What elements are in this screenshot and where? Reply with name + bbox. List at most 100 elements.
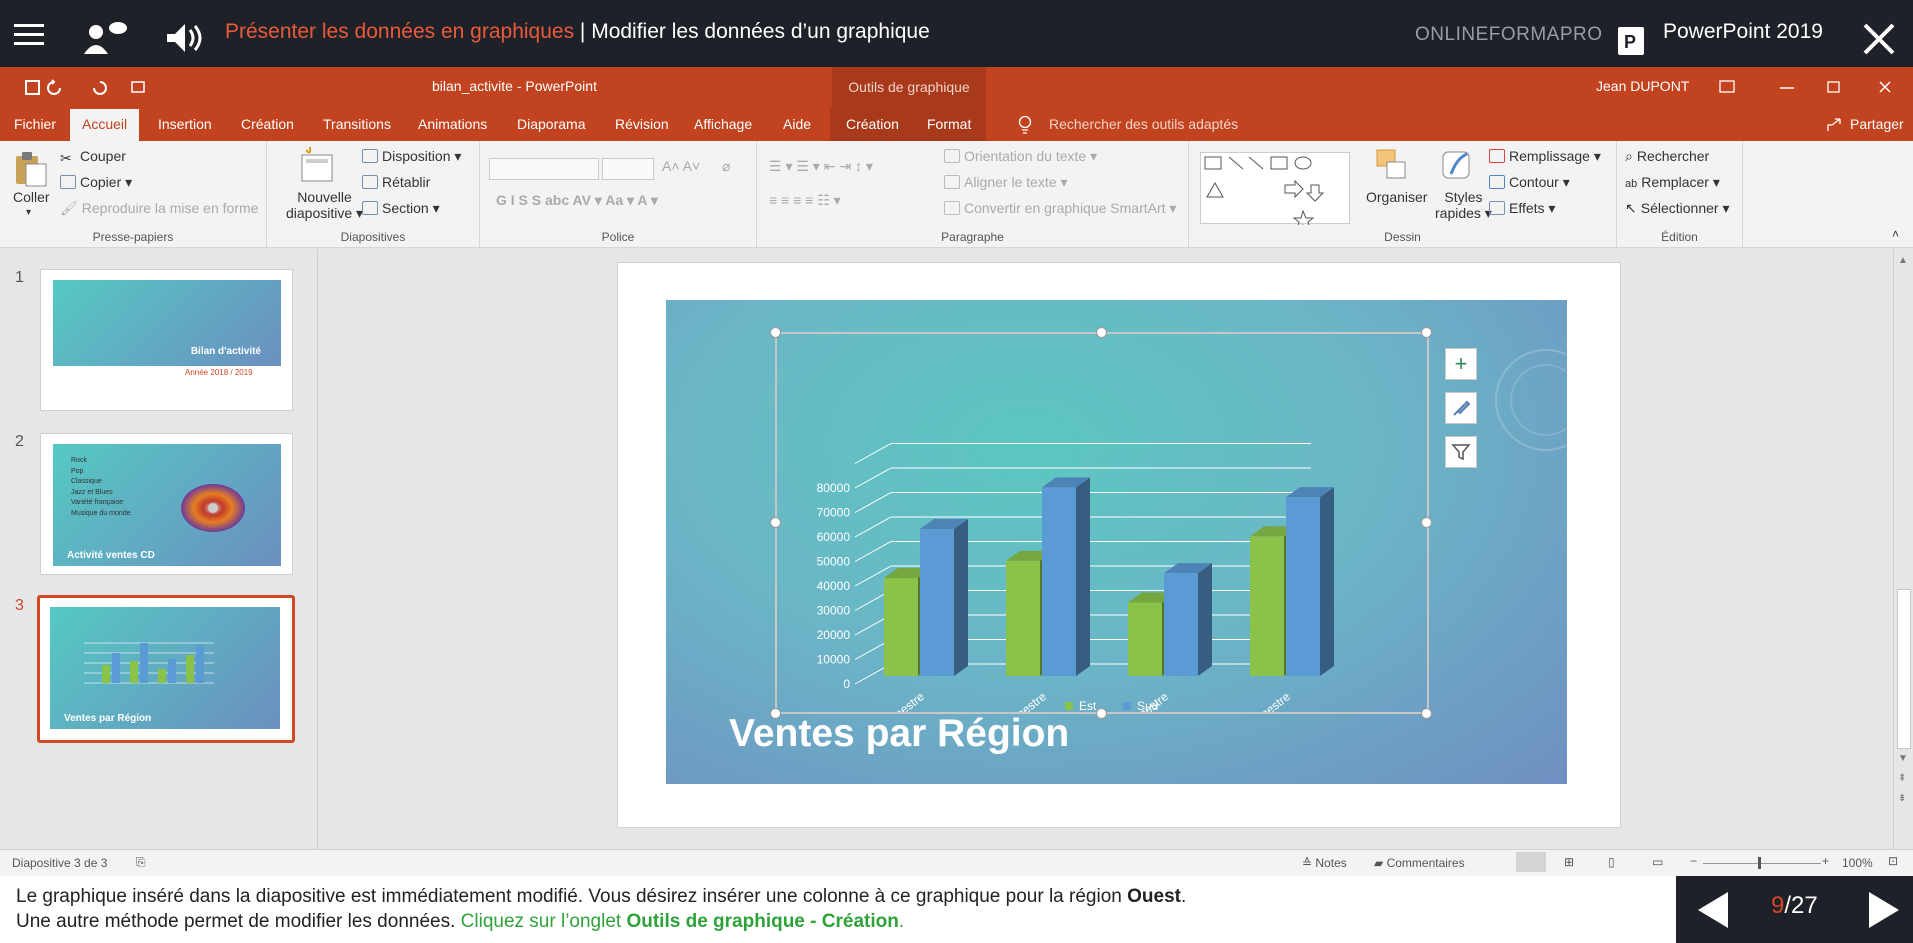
smartart-button[interactable]: Convertir en graphique SmartArt ▾ — [944, 200, 1176, 217]
slide-sorter-icon[interactable]: ⊞ — [1564, 855, 1574, 869]
text-direction-button[interactable]: Orientation du texte ▾ — [944, 148, 1097, 165]
slide-thumbnail-3[interactable]: Ventes par Région — [37, 595, 295, 743]
shape-outline-button[interactable]: Contour ▾ — [1489, 174, 1570, 191]
audio-icon[interactable] — [163, 20, 205, 56]
tutorial-instruction: Le graphique inséré dans la diapositive … — [0, 876, 1676, 943]
thumbnail-canvas: Rock Pop Classique Jazz et Blues Variété fra… — [53, 444, 281, 566]
spellcheck-icon[interactable]: ⎘ — [136, 855, 146, 870]
share-button[interactable]: Partager — [1846, 107, 1908, 141]
close-icon[interactable] — [1862, 22, 1896, 56]
clear-format-icon[interactable]: ⌀ — [722, 158, 730, 175]
search-tools[interactable]: Rechercher des outils adaptés — [1045, 107, 1242, 141]
reset-button[interactable]: Rétablir — [362, 174, 430, 190]
window-controls[interactable] — [1718, 79, 1898, 97]
paste-button[interactable]: Coller — [13, 189, 50, 205]
group-drawing: Organiser Styles rapides ▾ Remplissage ▾ … — [1189, 141, 1617, 248]
resize-handle[interactable] — [770, 327, 781, 338]
chart-styles-brush-icon[interactable] — [1445, 392, 1477, 424]
align-text-button[interactable]: Aligner le texte ▾ — [944, 174, 1068, 191]
font-size-input[interactable] — [602, 158, 654, 180]
fit-slide-icon[interactable]: ⊡ — [1888, 854, 1898, 868]
align-buttons[interactable]: ≡ ≡ ≡ ≡ ☷ ▾ — [769, 192, 841, 209]
list-buttons[interactable]: ☰ ▾ ☰ ▾ ⇤ ⇥ ↕ ▾ — [769, 158, 873, 175]
product-name: PowerPoint 2019 — [1663, 20, 1823, 43]
font-name-input[interactable] — [489, 158, 599, 180]
scroll-thumb[interactable] — [1897, 589, 1911, 749]
new-slide-button[interactable]: Nouvelle diapositive ▾ — [286, 189, 363, 222]
tab-chart-format[interactable]: Format — [923, 107, 975, 141]
quick-styles-icon[interactable] — [1441, 148, 1473, 186]
copy-button[interactable]: Copier ▾ — [60, 174, 132, 191]
tab-aide[interactable]: Aide — [779, 107, 815, 141]
scroll-up-icon[interactable]: ▲ — [1898, 255, 1908, 266]
next-step-icon[interactable] — [1869, 892, 1899, 928]
format-painter-button[interactable]: 🖌 Reproduire la mise en forme — [60, 200, 258, 217]
previous-step-icon[interactable] — [1698, 892, 1728, 928]
user-name[interactable]: Jean DUPONT — [1596, 78, 1689, 94]
font-grow-icon[interactable]: A˄ A˅ — [662, 158, 700, 174]
zoom-slider[interactable] — [1703, 863, 1821, 864]
resize-handle[interactable] — [1421, 327, 1432, 338]
prev-slide-icon[interactable]: ⇞ — [1898, 773, 1906, 784]
zoom-out-icon[interactable]: − — [1690, 854, 1697, 868]
font-group-label: Police — [601, 230, 635, 244]
resize-handle[interactable] — [770, 517, 781, 528]
chart-selection-frame[interactable] — [775, 332, 1429, 714]
presenter-icon[interactable] — [80, 18, 130, 60]
normal-view-icon[interactable] — [1516, 852, 1546, 872]
scroll-down-icon[interactable]: ▼ — [1898, 753, 1908, 764]
slide-title[interactable]: Ventes par Région — [729, 712, 1069, 756]
find-button[interactable]: ⌕ Rechercher — [1625, 148, 1709, 165]
paste-dropdown-icon[interactable]: ▾ — [26, 207, 31, 218]
notes-button[interactable]: ≙ Notes — [1302, 856, 1347, 870]
section-button[interactable]: Section ▾ — [362, 200, 440, 217]
chart-filter-icon[interactable] — [1445, 436, 1477, 468]
tab-insertion[interactable]: Insertion — [154, 107, 216, 141]
tab-fichier[interactable]: Fichier — [10, 107, 60, 141]
vertical-scrollbar[interactable]: ▲ ▼ ⇞ ⇟ — [1893, 249, 1913, 849]
cut-button[interactable]: ✂ Couper — [60, 148, 126, 166]
quick-styles-button[interactable]: Styles rapides ▾ — [1435, 189, 1492, 222]
arrange-button[interactable]: Organiser — [1366, 189, 1427, 205]
zoom-level[interactable]: 100% — [1842, 856, 1873, 870]
resize-handle[interactable] — [1096, 708, 1107, 719]
tab-accueil[interactable]: Accueil — [70, 109, 140, 141]
ribbon-tab-strip: Fichier Accueil Insertion Création Trans… — [0, 107, 1913, 141]
tab-chart-creation[interactable]: Création — [842, 107, 903, 141]
tab-revision[interactable]: Révision — [611, 107, 673, 141]
resize-handle[interactable] — [1421, 517, 1432, 528]
paste-icon[interactable] — [12, 150, 50, 190]
quick-access-toolbar[interactable]: ▾ — [24, 79, 164, 97]
comments-button[interactable]: ▰ Commentaires — [1374, 856, 1465, 870]
slideshow-icon[interactable]: ▭ — [1652, 855, 1663, 869]
collapse-ribbon-icon[interactable]: ˄ — [1892, 227, 1899, 241]
layout-button[interactable]: Disposition ▾ — [362, 148, 461, 165]
tab-affichage[interactable]: Affichage — [690, 107, 756, 141]
chart-elements-plus-icon[interactable]: + — [1445, 348, 1477, 380]
zoom-in-icon[interactable]: + — [1822, 854, 1829, 868]
shapes-gallery[interactable] — [1200, 152, 1350, 231]
zoom-slider-thumb[interactable] — [1758, 857, 1761, 869]
reading-view-icon[interactable]: ▯ — [1608, 855, 1615, 869]
scissors-icon: ✂ — [60, 150, 72, 166]
resize-handle[interactable] — [1421, 708, 1432, 719]
slide-thumbnail-2[interactable]: Rock Pop Classique Jazz et Blues Variété fra… — [40, 433, 293, 575]
tab-creation[interactable]: Création — [237, 107, 298, 141]
hamburger-menu-icon[interactable] — [14, 22, 46, 48]
tab-animations[interactable]: Animations — [414, 107, 491, 141]
notes-icon: ≙ — [1302, 856, 1316, 870]
new-slide-icon[interactable] — [300, 147, 336, 187]
tab-diaporama[interactable]: Diaporama — [513, 107, 589, 141]
slides-group-label: Diapositives — [340, 230, 406, 244]
share-icon[interactable] — [1826, 117, 1844, 133]
select-button[interactable]: ↖ Sélectionner ▾ — [1625, 200, 1729, 217]
slide-thumbnail-1[interactable]: Bilan d'activité Année 2018 / 2019 — [40, 269, 293, 411]
replace-button[interactable]: ab Remplacer ▾ — [1625, 174, 1720, 191]
font-style-buttons[interactable]: G I S S abc AV ▾ Aa ▾ A ▾ — [496, 192, 658, 209]
next-slide-icon[interactable]: ⇟ — [1898, 793, 1906, 804]
arrange-icon[interactable] — [1375, 148, 1409, 186]
tab-transitions[interactable]: Transitions — [319, 107, 395, 141]
shape-effects-button[interactable]: Effets ▾ — [1489, 200, 1555, 217]
resize-handle[interactable] — [1096, 327, 1107, 338]
shape-fill-button[interactable]: Remplissage ▾ — [1489, 148, 1601, 165]
